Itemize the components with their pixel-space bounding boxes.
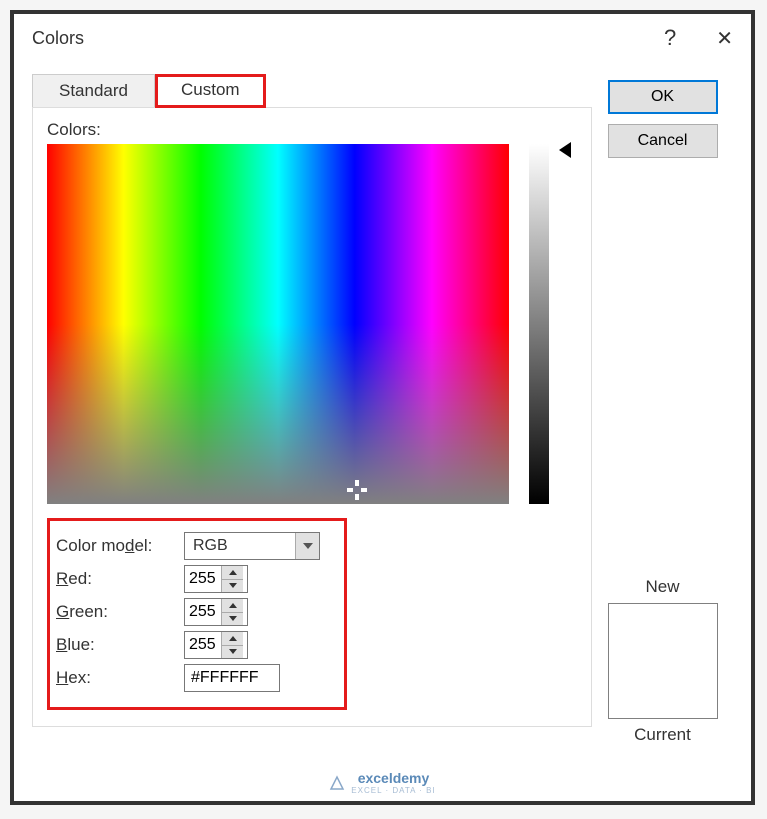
blue-spinner[interactable] [184, 631, 248, 659]
spinner-up-icon[interactable] [222, 632, 243, 646]
green-label: Green: [56, 602, 184, 622]
chevron-down-icon[interactable] [295, 533, 319, 559]
blue-row: Blue: [56, 631, 334, 659]
green-input[interactable] [185, 599, 221, 625]
spinner-up-icon[interactable] [222, 566, 243, 580]
watermark-brand: exceldemy [358, 770, 430, 786]
hue-saturation-picker[interactable] [47, 144, 509, 504]
green-spinner[interactable] [184, 598, 248, 626]
close-button[interactable]: ✕ [716, 26, 733, 51]
cancel-button[interactable]: Cancel [608, 124, 718, 158]
color-model-select[interactable]: RGB [184, 532, 320, 560]
spinner-down-icon[interactable] [222, 646, 243, 659]
right-panel: OK Cancel New Current [592, 62, 733, 745]
dialog-body: Standard Custom Colors: [14, 62, 751, 763]
spinner-up-icon[interactable] [222, 599, 243, 613]
luminance-indicator[interactable] [559, 142, 571, 158]
tab-panel-custom: Colors: Color model: [32, 107, 592, 727]
blue-input[interactable] [185, 632, 221, 658]
color-preview: New Current [608, 577, 718, 745]
help-button[interactable]: ? [664, 25, 676, 51]
tab-strip: Standard Custom [32, 74, 592, 107]
red-label: Red: [56, 569, 184, 589]
titlebar: Colors ? ✕ [14, 14, 751, 62]
watermark-sub: EXCEL · DATA · BI [351, 786, 435, 795]
color-picker-row [47, 144, 577, 504]
left-panel: Standard Custom Colors: [32, 62, 592, 745]
hex-input[interactable] [184, 664, 280, 692]
color-model-value: RGB [185, 537, 295, 555]
hex-label: Hex: [56, 668, 184, 688]
dialog-title: Colors [32, 28, 84, 49]
picker-crosshair [347, 480, 367, 500]
watermark: exceldemy EXCEL · DATA · BI [14, 770, 751, 795]
tab-custom[interactable]: Custom [155, 74, 266, 108]
dialog-window: Colors ? ✕ Standard Custom Colors: [10, 10, 755, 805]
green-row: Green: [56, 598, 334, 626]
ok-button[interactable]: OK [608, 80, 718, 114]
blue-label: Blue: [56, 635, 184, 655]
logo-icon [329, 775, 345, 791]
colors-dialog: Colors ? ✕ Standard Custom Colors: [14, 14, 751, 763]
preview-swatch [608, 603, 718, 719]
red-input[interactable] [185, 566, 221, 592]
luminance-slider[interactable] [529, 144, 549, 504]
red-row: Red: [56, 565, 334, 593]
hex-row: Hex: [56, 664, 334, 692]
color-model-label: Color model: [56, 536, 184, 556]
spinner-down-icon[interactable] [222, 613, 243, 626]
spinner-down-icon[interactable] [222, 580, 243, 593]
color-fields-group: Color model: RGB Red: [47, 518, 347, 710]
red-spinner[interactable] [184, 565, 248, 593]
new-label: New [608, 577, 718, 597]
current-label: Current [608, 725, 718, 745]
color-model-row: Color model: RGB [56, 532, 334, 560]
colors-label: Colors: [47, 120, 577, 140]
tab-standard[interactable]: Standard [32, 74, 155, 107]
